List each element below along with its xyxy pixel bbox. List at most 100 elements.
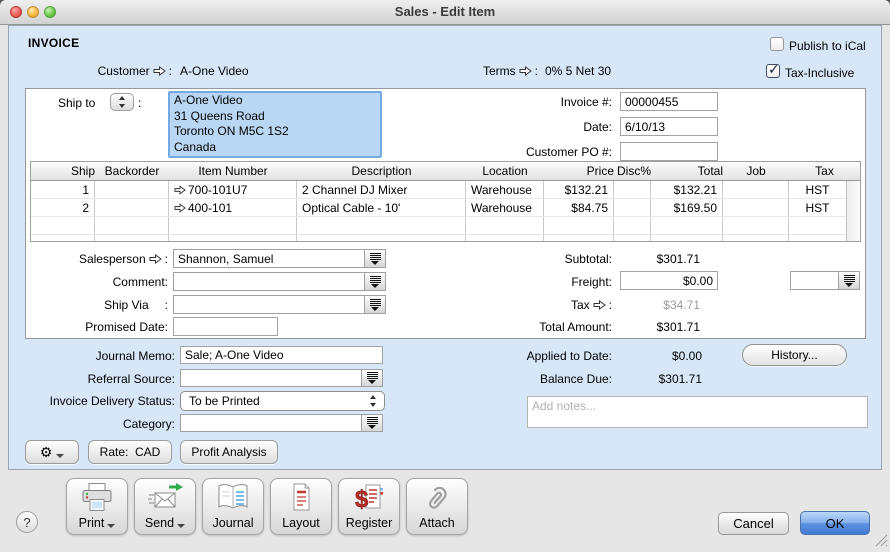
zoom-arrow-icon[interactable] <box>519 66 532 76</box>
journal-memo-label: Journal Memo: <box>10 349 175 363</box>
cell-disc[interactable] <box>614 181 651 198</box>
zoom-arrow-icon[interactable] <box>174 185 186 195</box>
tax-value: $34.71 <box>560 298 700 312</box>
cell-ship[interactable] <box>31 235 95 242</box>
register-button[interactable]: $ Register <box>338 478 400 535</box>
cell-location[interactable]: Warehouse <box>466 199 544 216</box>
table-row[interactable] <box>31 235 846 242</box>
table-scrollbar[interactable] <box>846 181 860 242</box>
send-button[interactable]: Send <box>134 478 196 535</box>
zoom-arrow-icon[interactable] <box>174 203 186 213</box>
cell-item_number[interactable] <box>169 217 297 234</box>
settings-menu-button[interactable]: ⚙ <box>25 440 79 464</box>
zoom-arrow-icon[interactable] <box>153 66 166 76</box>
date-input[interactable] <box>620 117 718 136</box>
send-icon <box>147 482 183 516</box>
help-button[interactable]: ? <box>16 511 38 533</box>
cell-total[interactable] <box>651 235 723 242</box>
category-list-button[interactable] <box>361 415 382 431</box>
cell-description[interactable] <box>297 235 466 242</box>
window-title: Sales - Edit Item <box>0 4 890 19</box>
publish-ical-checkbox[interactable] <box>770 37 784 51</box>
cell-job[interactable] <box>723 199 789 216</box>
cell-tax[interactable]: HST <box>789 181 846 198</box>
referral-list-button[interactable] <box>361 370 382 386</box>
cell-location[interactable] <box>466 217 544 234</box>
cell-total[interactable] <box>651 217 723 234</box>
layout-button[interactable]: Layout <box>270 478 332 535</box>
cell-price[interactable] <box>544 235 614 242</box>
cell-description[interactable]: 2 Channel DJ Mixer <box>297 181 466 198</box>
journal-button[interactable]: Journal <box>202 478 264 535</box>
cell-description[interactable] <box>297 217 466 234</box>
ship-to-label: Ship to <box>58 96 95 110</box>
cell-tax[interactable] <box>789 235 846 242</box>
table-row[interactable] <box>31 217 846 235</box>
cancel-button[interactable]: Cancel <box>718 512 789 535</box>
delivery-status-popup[interactable]: To be Printed <box>180 391 385 411</box>
freight-tax-code-input[interactable] <box>791 272 838 289</box>
cell-ship[interactable]: 1 <box>31 181 95 198</box>
ship-via-list-button[interactable] <box>364 296 385 313</box>
cell-backorder[interactable] <box>95 181 169 198</box>
salesperson-input[interactable] <box>174 250 364 267</box>
cell-item_number[interactable] <box>169 235 297 242</box>
cell-backorder[interactable] <box>95 235 169 242</box>
journal-memo-input[interactable] <box>180 346 383 364</box>
freight-tax-list-button[interactable] <box>838 272 859 289</box>
title-bar[interactable]: Sales - Edit Item <box>0 0 890 25</box>
salesperson-list-button[interactable] <box>364 250 385 267</box>
category-input[interactable] <box>181 415 361 431</box>
menu-caret-icon <box>56 454 64 458</box>
cell-backorder[interactable] <box>95 217 169 234</box>
list-dropdown-icon <box>367 417 378 424</box>
cell-job[interactable] <box>723 217 789 234</box>
tax-inclusive-checkbox[interactable]: ✓ <box>766 64 780 78</box>
cell-ship[interactable]: 2 <box>31 199 95 216</box>
register-label: Register <box>346 516 393 530</box>
cell-item_number[interactable]: 700-101U7 <box>169 181 297 198</box>
profit-analysis-button[interactable]: Profit Analysis <box>180 440 278 464</box>
print-button[interactable]: Print <box>66 478 128 535</box>
resize-grip[interactable] <box>875 534 888 550</box>
cell-total[interactable]: $132.21 <box>651 181 723 198</box>
cell-disc[interactable] <box>614 235 651 242</box>
cell-price[interactable]: $84.75 <box>544 199 614 216</box>
cell-price[interactable]: $132.21 <box>544 181 614 198</box>
attach-button[interactable]: Attach <box>406 478 468 535</box>
column-header-tax: Tax <box>789 162 860 180</box>
cell-location[interactable]: Warehouse <box>466 181 544 198</box>
table-row[interactable]: 2 400-101Optical Cable - 10'Warehouse$84.… <box>31 199 846 217</box>
cell-location[interactable] <box>466 235 544 242</box>
cell-job[interactable] <box>723 181 789 198</box>
cell-ship[interactable] <box>31 217 95 234</box>
rate-button[interactable]: Rate: CAD <box>88 440 172 464</box>
invoice-number-input[interactable] <box>620 92 718 111</box>
history-button[interactable]: History... <box>742 344 847 366</box>
colon: : <box>165 252 168 266</box>
cell-description[interactable]: Optical Cable - 10' <box>297 199 466 216</box>
cell-tax[interactable]: HST <box>789 199 846 216</box>
referral-source-input[interactable] <box>181 370 361 386</box>
ship-to-stepper[interactable] <box>110 93 134 111</box>
cell-total[interactable]: $169.50 <box>651 199 723 216</box>
cell-tax[interactable] <box>789 217 846 234</box>
table-row[interactable]: 1700-101U72 Channel DJ MixerWarehouse$13… <box>31 181 846 199</box>
cell-backorder[interactable] <box>95 199 169 216</box>
cell-disc[interactable] <box>614 217 651 234</box>
freight-input[interactable] <box>620 271 718 290</box>
comment-input[interactable] <box>174 273 364 290</box>
notes-textarea[interactable] <box>527 396 868 428</box>
zoom-arrow-icon[interactable] <box>149 254 162 264</box>
ship-via-input[interactable] <box>174 296 364 313</box>
ship-to-address-field[interactable]: A-One Video 31 Queens Road Toronto ON M5… <box>168 91 382 158</box>
cell-job[interactable] <box>723 235 789 242</box>
date-label: Date: <box>490 120 612 134</box>
cell-price[interactable] <box>544 217 614 234</box>
ok-button[interactable]: OK <box>800 511 870 535</box>
cell-disc[interactable] <box>614 199 651 216</box>
comment-list-button[interactable] <box>364 273 385 290</box>
customer-po-input[interactable] <box>620 142 718 161</box>
promised-date-input[interactable] <box>173 317 278 336</box>
cell-item_number[interactable]: 400-101 <box>169 199 297 216</box>
